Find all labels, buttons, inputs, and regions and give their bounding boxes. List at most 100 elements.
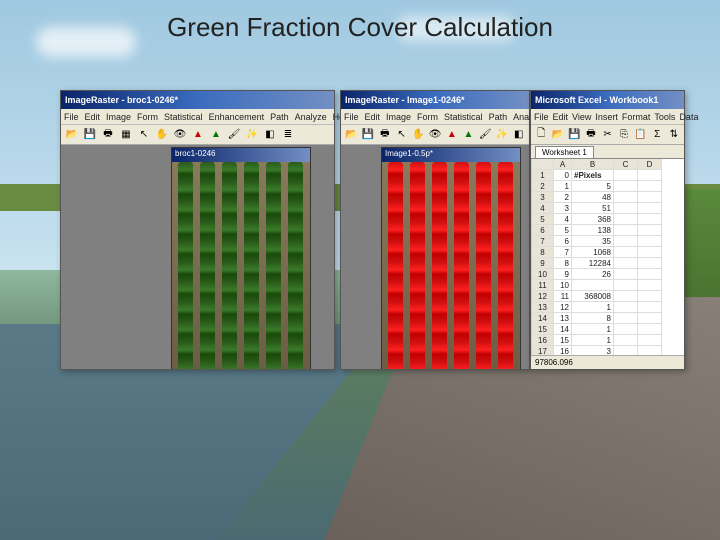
cell[interactable] (638, 291, 662, 302)
cell[interactable] (614, 170, 638, 181)
cell[interactable] (638, 269, 662, 280)
wand-icon[interactable]: ✨ (244, 127, 260, 143)
titlebar[interactable]: ImageRaster - Image1-0246* (341, 91, 529, 109)
cell[interactable]: 6 (554, 236, 572, 247)
cell[interactable] (638, 214, 662, 225)
row-header[interactable]: 12 (532, 291, 554, 302)
cell[interactable]: 3 (572, 346, 614, 355)
cell[interactable]: 16 (554, 346, 572, 355)
cell[interactable]: 15 (554, 335, 572, 346)
open-icon[interactable]: 📂 (64, 127, 80, 143)
row-header[interactable]: 3 (532, 192, 554, 203)
save-icon[interactable]: 💾 (82, 127, 98, 143)
menu-statistical[interactable]: Statistical (444, 112, 483, 122)
save-icon[interactable]: 💾 (361, 127, 376, 143)
cell[interactable]: 12284 (572, 258, 614, 269)
menu-insert[interactable]: Insert (595, 112, 618, 122)
render-icon[interactable]: ◧ (511, 127, 526, 143)
cell[interactable]: 368 (572, 214, 614, 225)
tree-red-icon[interactable]: ▲ (444, 127, 459, 143)
copy-icon[interactable]: ⎘ (617, 127, 632, 143)
cell[interactable]: 8 (554, 258, 572, 269)
open-icon[interactable]: 📂 (344, 127, 359, 143)
document-window[interactable]: broc1-0246 (171, 147, 311, 369)
col-header-d[interactable]: D (638, 159, 662, 170)
menu-form[interactable]: Form (137, 112, 158, 122)
row-header[interactable]: 7 (532, 236, 554, 247)
col-header-b[interactable]: B (572, 159, 614, 170)
titlebar[interactable]: ImageRaster - broc1-0246* (61, 91, 334, 109)
row-header[interactable]: 15 (532, 324, 554, 335)
menu-image[interactable]: Image (106, 112, 131, 122)
render-icon[interactable]: ◧ (262, 127, 278, 143)
cell[interactable]: 13 (554, 313, 572, 324)
cell[interactable] (638, 324, 662, 335)
cell[interactable] (614, 181, 638, 192)
cell[interactable] (614, 302, 638, 313)
cell[interactable] (614, 324, 638, 335)
wand-icon[interactable]: ✨ (495, 127, 510, 143)
col-header-a[interactable]: A (554, 159, 572, 170)
spreadsheet-area[interactable]: A B C D 10#Pixels21532484351543686513876… (531, 159, 684, 355)
crop-icon[interactable]: ▦ (118, 127, 134, 143)
row-header[interactable]: 2 (532, 181, 554, 192)
tree-red-icon[interactable]: ▲ (190, 127, 206, 143)
cell[interactable] (638, 181, 662, 192)
row-header[interactable]: 13 (532, 302, 554, 313)
hand-icon[interactable]: ✋ (411, 127, 426, 143)
cell[interactable]: 8 (572, 313, 614, 324)
cell[interactable]: 9 (554, 269, 572, 280)
row-header[interactable]: 4 (532, 203, 554, 214)
menu-image[interactable]: Image (386, 112, 411, 122)
eye-icon[interactable]: 👁 (172, 127, 188, 143)
row-header[interactable]: 11 (532, 280, 554, 291)
pointer-icon[interactable]: ↖ (136, 127, 152, 143)
cell[interactable]: 35 (572, 236, 614, 247)
sheet-tab[interactable]: Worksheet 1 (535, 146, 594, 158)
cell[interactable] (614, 269, 638, 280)
row-header[interactable]: 10 (532, 269, 554, 280)
cell[interactable] (614, 258, 638, 269)
menu-edit[interactable]: Edit (553, 112, 569, 122)
tree-green-icon[interactable]: ▲ (461, 127, 476, 143)
cell[interactable]: 51 (572, 203, 614, 214)
menu-tools[interactable]: Tools (654, 112, 675, 122)
save-icon[interactable]: 💾 (567, 127, 582, 143)
cell[interactable]: 11 (554, 291, 572, 302)
cell[interactable] (614, 335, 638, 346)
cell[interactable] (638, 346, 662, 355)
cell[interactable]: 1 (572, 335, 614, 346)
cell[interactable]: 1 (572, 302, 614, 313)
cell[interactable]: 5 (572, 181, 614, 192)
cell[interactable] (638, 247, 662, 258)
menu-form[interactable]: Form (417, 112, 438, 122)
cell[interactable] (638, 170, 662, 181)
menu-path[interactable]: Path (489, 112, 508, 122)
paint-icon[interactable]: 🖌 (226, 127, 242, 143)
cell[interactable]: 1 (554, 181, 572, 192)
menu-enhancement[interactable]: Enhancement (209, 112, 265, 122)
cell[interactable] (638, 302, 662, 313)
sort-icon[interactable]: ⇅ (667, 127, 682, 143)
row-header[interactable]: 6 (532, 225, 554, 236)
cell[interactable] (614, 192, 638, 203)
menu-format[interactable]: Format (622, 112, 651, 122)
cell[interactable] (614, 236, 638, 247)
cell[interactable] (638, 313, 662, 324)
menu-file[interactable]: File (64, 112, 79, 122)
menu-edit[interactable]: Edit (365, 112, 381, 122)
cell[interactable]: 368008 (572, 291, 614, 302)
cut-icon[interactable]: ✂ (600, 127, 615, 143)
cell[interactable]: 1068 (572, 247, 614, 258)
cell[interactable]: 1 (572, 324, 614, 335)
sum-icon[interactable]: Σ (650, 127, 665, 143)
cell[interactable] (638, 236, 662, 247)
cell[interactable] (638, 335, 662, 346)
cell[interactable] (614, 203, 638, 214)
cell[interactable]: 14 (554, 324, 572, 335)
cell[interactable]: 10 (554, 280, 572, 291)
hand-icon[interactable]: ✋ (154, 127, 170, 143)
cell[interactable]: 0 (554, 170, 572, 181)
print-icon[interactable]: 🖶 (584, 127, 599, 143)
row-header[interactable]: 5 (532, 214, 554, 225)
